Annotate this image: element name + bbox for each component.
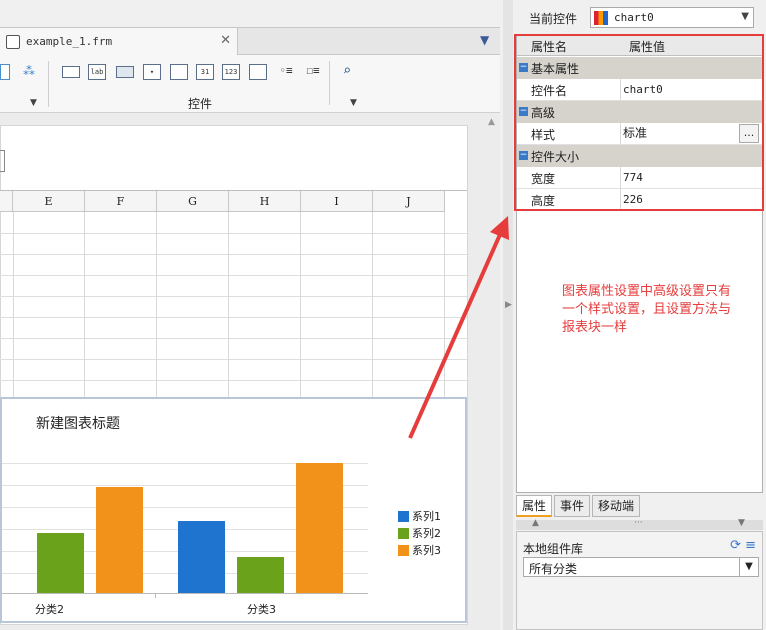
tab-mobile[interactable]: 移动端 xyxy=(592,495,641,517)
current-control-label: 当前控件 xyxy=(529,12,578,26)
button-icon[interactable] xyxy=(116,66,134,78)
checkbox-icon[interactable]: ☐≡ xyxy=(304,64,322,80)
form-file-icon xyxy=(6,34,20,49)
cell-selection xyxy=(0,150,5,172)
grid-line xyxy=(0,380,467,381)
radio-icon[interactable]: ◦≡ xyxy=(277,64,295,80)
library-title: 本地组件库 xyxy=(523,542,584,556)
legend-label: 系列2 xyxy=(412,527,441,540)
file-tab[interactable]: example_1.frm ✕ xyxy=(0,28,238,55)
grid-line xyxy=(156,212,157,399)
drag-handle-icon[interactable]: ··· xyxy=(634,518,643,528)
library-category-value: 所有分类 xyxy=(529,562,578,576)
library-category-select[interactable]: 所有分类 ▼ xyxy=(523,557,759,577)
chart-bar xyxy=(178,521,225,593)
chart-bar xyxy=(96,487,143,593)
label-icon[interactable]: lab xyxy=(88,64,106,80)
column-header[interactable]: E xyxy=(13,191,85,212)
vertical-scrollbar[interactable]: ▲ xyxy=(485,113,500,630)
pin-icon[interactable]: ▼ xyxy=(480,33,494,47)
combobox-icon[interactable]: ▾ xyxy=(143,64,161,80)
chart-x-axis xyxy=(2,593,368,594)
chevron-down-icon[interactable]: ▼ xyxy=(741,11,749,22)
legend-swatch xyxy=(398,510,409,522)
number-icon[interactable]: 123 xyxy=(222,64,240,80)
chevron-up-icon[interactable]: ▲ xyxy=(532,518,539,528)
tab-events[interactable]: 事件 xyxy=(554,495,591,517)
highlight-box xyxy=(514,34,764,211)
search-icon[interactable]: ⌕ xyxy=(338,64,356,80)
chart-title: 新建图表标题 xyxy=(36,416,120,432)
current-control-select[interactable]: chart0 ▼ xyxy=(590,7,754,28)
grid-line xyxy=(372,212,373,399)
grid-line xyxy=(0,275,467,276)
chart-category-label: 分类2 xyxy=(35,603,64,616)
collapse-arrow-icon[interactable]: ▶ xyxy=(505,300,512,310)
textbox-icon[interactable] xyxy=(62,66,80,78)
grid-line xyxy=(0,233,467,234)
legend-item: 系列3 xyxy=(398,542,441,558)
form-icon[interactable] xyxy=(170,64,188,80)
column-header[interactable]: G xyxy=(157,191,229,212)
scroll-up-icon[interactable]: ▲ xyxy=(488,117,495,127)
close-icon[interactable]: ✕ xyxy=(220,33,231,48)
grid-line xyxy=(0,317,467,318)
chart-bar xyxy=(296,463,343,593)
column-header[interactable]: I xyxy=(301,191,373,212)
legend-label: 系列3 xyxy=(412,544,441,557)
grid-line xyxy=(0,338,467,339)
legend-swatch xyxy=(398,527,409,539)
chart-category-label: 分类3 xyxy=(247,603,276,616)
editor-tab-bar: example_1.frm ✕ xyxy=(0,27,500,55)
date-icon[interactable]: 31 xyxy=(196,64,214,80)
chevron-down-icon[interactable]: ▼ xyxy=(738,518,745,528)
chart-bar xyxy=(237,557,284,593)
chevron-down-icon[interactable]: ▼ xyxy=(30,98,37,108)
legend-item: 系列2 xyxy=(398,525,441,541)
annotation-note: 图表属性设置中高级设置只有一个样式设置，且设置方法与报表块一样 xyxy=(562,284,732,335)
legend-item: 系列1 xyxy=(398,508,441,524)
tab-properties[interactable]: 属性 xyxy=(516,495,553,517)
dots-icon[interactable]: ⁂ xyxy=(20,64,38,80)
widget-toolbar: ⁂ lab ▾ 31 123 ◦≡ ☐≡ ⌕ ▼ 控件 ▼ xyxy=(0,55,500,113)
chart-icon xyxy=(594,10,608,25)
panel-splitter[interactable]: ▶ xyxy=(503,0,513,630)
chart-bar xyxy=(37,533,84,593)
chart-axis-tick xyxy=(155,593,156,598)
grid-line xyxy=(444,212,445,399)
current-control-value: chart0 xyxy=(614,11,654,24)
component-library: 本地组件库 ⟳ ≡ 所有分类 ▼ xyxy=(516,531,763,630)
grid-line xyxy=(13,212,14,399)
column-header xyxy=(0,191,13,212)
grid-line xyxy=(0,296,467,297)
toolbar-group-label: 控件 xyxy=(188,97,213,111)
widget-icon[interactable] xyxy=(0,64,10,80)
toolbar-separator xyxy=(48,93,49,107)
report-grid: E F G H I J xyxy=(0,190,467,399)
table-icon[interactable] xyxy=(249,64,267,80)
column-header[interactable]: H xyxy=(229,191,301,212)
grid-line xyxy=(300,212,301,399)
chevron-down-icon[interactable]: ▼ xyxy=(350,98,357,108)
grid-line xyxy=(228,212,229,399)
refresh-icon[interactable]: ⟳ ≡ xyxy=(730,538,756,553)
chart-widget[interactable]: 新建图表标题 分类2 分类3 系列1 系列2 系列3 xyxy=(0,397,467,623)
chevron-down-icon[interactable]: ▼ xyxy=(739,558,758,576)
grid-line xyxy=(84,212,85,399)
panel-tabs: 属性 事件 移动端 xyxy=(516,495,642,517)
toolbar-separator xyxy=(329,61,330,105)
legend-label: 系列1 xyxy=(412,510,441,523)
column-header[interactable]: J xyxy=(373,191,445,212)
panel-splitter-horizontal[interactable]: ▲ ··· ▼ xyxy=(516,518,763,530)
legend-swatch xyxy=(398,544,409,556)
grid-line xyxy=(0,254,467,255)
grid-line xyxy=(0,359,467,360)
column-header[interactable]: F xyxy=(85,191,157,212)
file-tab-label: example_1.frm xyxy=(26,35,113,48)
